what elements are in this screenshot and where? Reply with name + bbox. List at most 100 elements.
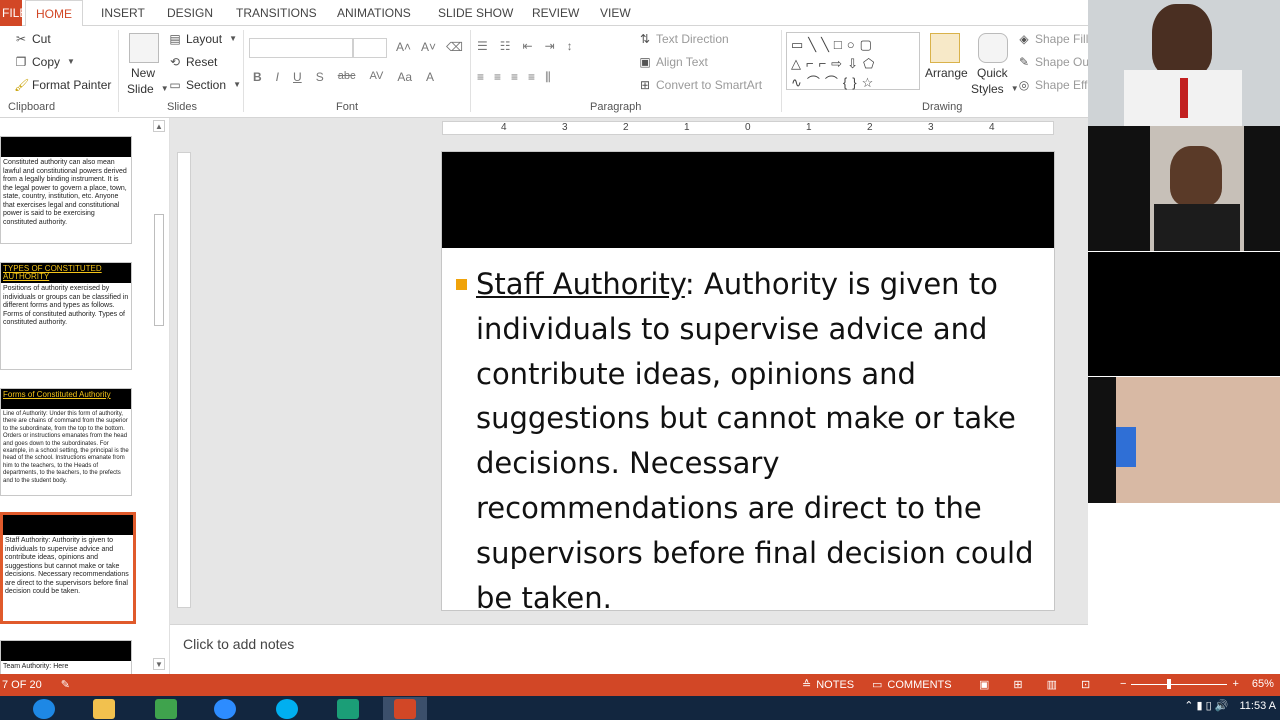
shape-fill-button[interactable]: ◈ Shape Fill [1017,32,1088,46]
underline-button[interactable]: U [293,70,302,84]
justify-icon[interactable]: ≡ [528,70,535,85]
change-case-button[interactable]: Aa [397,70,412,84]
reading-view-icon[interactable]: ▥ [1047,678,1057,691]
align-center-icon[interactable]: ≡ [494,70,501,85]
decrease-font-icon[interactable]: A˅ [421,40,436,54]
scroll-up-icon[interactable]: ▲ [153,120,165,132]
media-player-icon[interactable] [144,697,188,720]
quick-styles-icon[interactable] [978,33,1008,63]
tab-file[interactable]: FILE [0,0,27,26]
slide-sorter-icon[interactable]: ⊞ [1013,678,1022,691]
strikethrough-button[interactable]: abc [338,70,356,84]
slide-canvas[interactable]: Staff Authority: Authority is given to i… [441,151,1055,615]
video-tile[interactable] [1088,126,1280,251]
thumbnail-scrollbar[interactable]: ▲ ▼ [152,120,166,672]
notes-pane[interactable]: Click to add notes [170,624,1088,674]
zoom-track[interactable] [1131,678,1228,689]
increase-font-icon[interactable]: A˄ [396,40,411,54]
tab-insert[interactable]: INSERT [101,0,145,26]
font-family-dropdown[interactable] [249,38,353,58]
format-painter-button[interactable]: 🖌 Format Painter [14,78,111,92]
slide-thumbnails-panel[interactable]: Constituted authority can also mean lawf… [0,118,170,680]
new-slide-dropdown[interactable]: Slide ▼ [127,82,172,96]
quick-styles-button[interactable]: Quick [977,66,1008,80]
new-slide-icon[interactable] [129,33,159,63]
zoom-slider[interactable]: − + 65% [1120,678,1274,690]
video-tile[interactable] [1088,252,1280,376]
tab-review[interactable]: REVIEW [532,0,579,26]
align-left-icon[interactable]: ≡ [477,70,484,85]
increase-indent-icon[interactable]: ⇥ [545,39,555,53]
file-explorer-icon[interactable] [82,697,126,720]
zoom-thumb[interactable] [1167,678,1172,689]
char-spacing-button[interactable]: AV [369,70,383,84]
bold-button[interactable]: B [253,70,262,84]
scrollbar-thumb[interactable] [154,214,164,326]
slide-thumbnail[interactable]: Constituted authority can also mean lawf… [0,136,132,244]
slideshow-icon[interactable]: ⊡ [1081,678,1090,691]
video-tile[interactable] [1088,0,1280,126]
tab-home[interactable]: HOME [25,0,83,27]
shapes-gallery[interactable]: ▭╲╲□○▢ △⌐⌐⇨⇩⬠ ∿⌒⌒{}☆ [786,32,920,90]
shape-effects-button[interactable]: ◎ Shape Effe [1017,78,1094,92]
thumb-title [1,137,131,157]
clear-format-icon[interactable]: ⌫ [446,40,463,54]
scroll-down-icon[interactable]: ▼ [153,658,165,670]
windows-taskbar: ⌃ ▮ ▯ 🔊 11:53 A [0,696,1280,720]
quick-styles-dropdown[interactable]: Styles ▼ [971,82,1022,96]
slide-thumbnail-selected[interactable]: Staff Authority: Authority is given to i… [0,512,136,624]
layout-button[interactable]: ▤ Layout ▼ [168,32,240,46]
tray-icons[interactable]: ⌃ ▮ ▯ 🔊 [1184,700,1228,712]
numbering-icon[interactable]: ☷ [500,39,511,53]
decrease-indent-icon[interactable]: ⇤ [523,39,533,53]
thumb-title [1,641,131,661]
slide-title-bar[interactable] [442,152,1054,248]
normal-view-icon[interactable]: ▣ [979,678,989,691]
tab-slide-show[interactable]: SLIDE SHOW [438,0,513,26]
ie-browser-icon[interactable] [22,697,66,720]
arrange-icon[interactable] [930,33,960,63]
shape-outline-button[interactable]: ✎ Shape Out [1017,55,1092,69]
tab-animations[interactable]: ANIMATIONS [337,0,411,26]
new-slide-button[interactable]: New [131,66,155,80]
video-call-panel [1088,0,1280,504]
skype-icon[interactable] [265,697,309,720]
slide-thumbnail[interactable]: Forms of Constituted Authority Line of A… [0,388,132,496]
columns-icon[interactable]: ⫼ [545,70,551,85]
powerpoint-taskbar-icon[interactable] [383,697,427,720]
section-button[interactable]: ▭ Section ▼ [168,78,244,92]
tab-design[interactable]: DESIGN [167,0,213,26]
comments-button[interactable]: ▭ COMMENTS [872,678,952,692]
spelling-icon[interactable]: ✎ [61,678,70,691]
slide-counter[interactable]: 7 OF 20 ✎ [2,678,70,692]
clock[interactable]: 11:53 A [1240,700,1277,712]
shape-outline-label: Shape Out [1035,55,1093,69]
align-text-label: Align Text [656,55,708,69]
slide-body-text[interactable]: Staff Authority: Authority is given to i… [476,262,1048,620]
slide-thumbnail[interactable]: TYPES OF CONSTITUTED AUTHORITY Positions… [0,262,132,370]
line-spacing-icon[interactable]: ↕ [567,39,573,53]
camera-app-icon[interactable] [326,697,370,720]
tab-view[interactable]: VIEW [600,0,631,26]
italic-button[interactable]: I [276,70,279,84]
align-text-button[interactable]: ▣ Align Text [638,55,708,69]
cut-button[interactable]: ✂ Cut [14,32,51,46]
bullets-icon[interactable]: ☰ [477,39,488,53]
zoom-out-icon[interactable]: − [1120,678,1126,690]
text-direction-button[interactable]: ⇅ Text Direction [638,32,729,46]
font-color-button[interactable]: A [426,70,434,84]
copy-button[interactable]: ❐ Copy ▼ [14,55,78,69]
zoom-app-icon[interactable] [203,697,247,720]
shadow-icon[interactable]: S [316,70,324,84]
align-right-icon[interactable]: ≡ [511,70,518,85]
zoom-level[interactable]: 65% [1252,678,1274,690]
zoom-in-icon[interactable]: + [1232,678,1238,690]
arrange-button[interactable]: Arrange [925,66,968,80]
reset-button[interactable]: ⟲ Reset [168,55,217,69]
convert-smartart-button[interactable]: ⊞ Convert to SmartArt [638,78,762,92]
tab-transitions[interactable]: TRANSITIONS [236,0,317,26]
video-tile[interactable] [1088,377,1280,503]
font-size-dropdown[interactable] [353,38,387,58]
effects-icon: ◎ [1018,78,1030,92]
notes-button[interactable]: ≙ NOTES [802,678,854,692]
